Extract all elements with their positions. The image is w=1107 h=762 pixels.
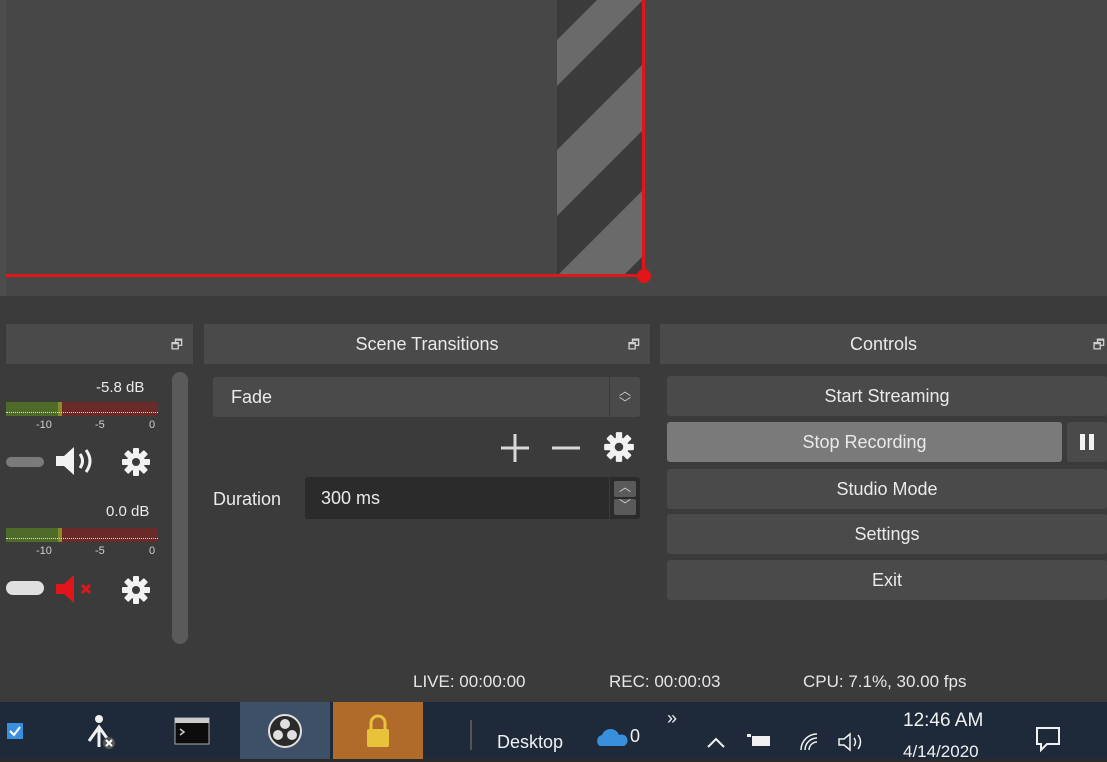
hatch-pattern: [557, 0, 643, 276]
selection-border-bottom: [6, 274, 645, 277]
mixer-dock-title: 🗗: [6, 324, 193, 364]
dock-title-label: Scene Transitions: [355, 333, 499, 354]
taskbar-app-network[interactable]: [64, 702, 134, 759]
onedrive-icon[interactable]: [594, 728, 630, 750]
transition-select[interactable]: Fade ︿ ﹀: [213, 377, 640, 417]
duration-value: 300 ms: [321, 487, 381, 508]
show-hidden-icons-icon[interactable]: [705, 734, 727, 750]
transition-select-value: Fade: [231, 386, 273, 407]
plus-icon[interactable]: [497, 430, 533, 466]
onedrive-count: 0: [630, 726, 641, 746]
track-volume-db: -5.8 dB: [96, 379, 145, 396]
toolbar-overflow-chevron[interactable]: »: [667, 708, 677, 729]
duration-spinbox[interactable]: 300 ms ︿ ﹀: [305, 477, 640, 519]
minus-icon[interactable]: [548, 430, 584, 466]
rec-status: REC: 00:00:03: [609, 672, 721, 691]
track-volume-db: 0.0 dB: [106, 503, 150, 520]
clock-date[interactable]: 4/14/2020: [903, 742, 979, 762]
gear-icon[interactable]: [602, 430, 636, 464]
taskbar-app-obs[interactable]: [240, 702, 330, 759]
float-dock-icon[interactable]: 🗗: [1093, 336, 1105, 358]
desktop-toolbar-label[interactable]: Desktop: [497, 732, 563, 753]
taskbar-divider: [470, 720, 472, 750]
spin-up-icon[interactable]: ︿: [614, 481, 636, 497]
gear-icon[interactable]: [120, 574, 152, 606]
speaker-icon[interactable]: [54, 444, 104, 478]
volume-meter: [6, 528, 158, 542]
taskbar-app-checklist[interactable]: [0, 702, 30, 759]
spin-arrows[interactable]: ︿ ﹀: [609, 477, 640, 519]
start-streaming-button[interactable]: Start Streaming: [667, 376, 1107, 416]
meter-scale-label: -10: [36, 545, 52, 557]
terminal-icon: [174, 717, 210, 744]
color-bars-source[interactable]: [557, 0, 643, 276]
mixer-scrollbar[interactable]: [172, 372, 188, 644]
clock-time[interactable]: 12:46 AM: [903, 710, 983, 732]
selection-border-right: [642, 0, 645, 278]
controls-dock-title: Controls 🗗: [660, 324, 1107, 364]
scene-transitions-dock-title: Scene Transitions 🗗: [204, 324, 650, 364]
dock-title-label: Controls: [849, 333, 918, 354]
muted-speaker-icon[interactable]: [54, 572, 104, 606]
stop-recording-button[interactable]: Stop Recording: [667, 422, 1062, 462]
volume-meter: [6, 402, 158, 416]
live-status: LIVE: 00:00:00: [413, 672, 526, 691]
gear-icon[interactable]: [120, 446, 152, 478]
pause-icon: [1080, 434, 1094, 450]
network-people-icon: [87, 714, 115, 749]
taskbar-app-lock[interactable]: [333, 702, 423, 759]
resize-handle[interactable]: [637, 269, 651, 283]
chevron-updown-icon: ︿ ﹀: [609, 377, 640, 417]
cpu-status: CPU: 7.1%, 30.00 fps: [803, 672, 967, 691]
wifi-icon[interactable]: [797, 730, 821, 754]
settings-button[interactable]: Settings: [667, 514, 1107, 554]
action-center-icon[interactable]: [1033, 724, 1063, 754]
meter-scale-label: -5: [95, 545, 105, 557]
taskbar-app-terminal[interactable]: [162, 702, 222, 759]
float-dock-icon[interactable]: 🗗: [171, 336, 183, 358]
duration-label: Duration: [213, 489, 282, 509]
battery-power-icon[interactable]: [746, 732, 774, 750]
pause-recording-button[interactable]: [1067, 422, 1107, 462]
meter-scale-label: 0: [149, 419, 156, 431]
spin-down-icon[interactable]: ﹀: [614, 499, 636, 515]
checklist-icon: [7, 722, 23, 739]
volume-slider[interactable]: [6, 581, 44, 595]
meter-scale-label: -10: [36, 419, 52, 431]
volume-slider[interactable]: [6, 457, 44, 467]
studio-mode-button[interactable]: Studio Mode: [667, 469, 1107, 509]
obs-icon: [268, 713, 302, 748]
meter-scale-label: -5: [95, 419, 105, 431]
exit-button[interactable]: Exit: [667, 560, 1107, 600]
float-dock-icon[interactable]: 🗗: [628, 336, 640, 358]
volume-icon[interactable]: [836, 730, 866, 754]
meter-scale-label: 0: [149, 545, 156, 557]
lock-icon: [367, 714, 389, 747]
